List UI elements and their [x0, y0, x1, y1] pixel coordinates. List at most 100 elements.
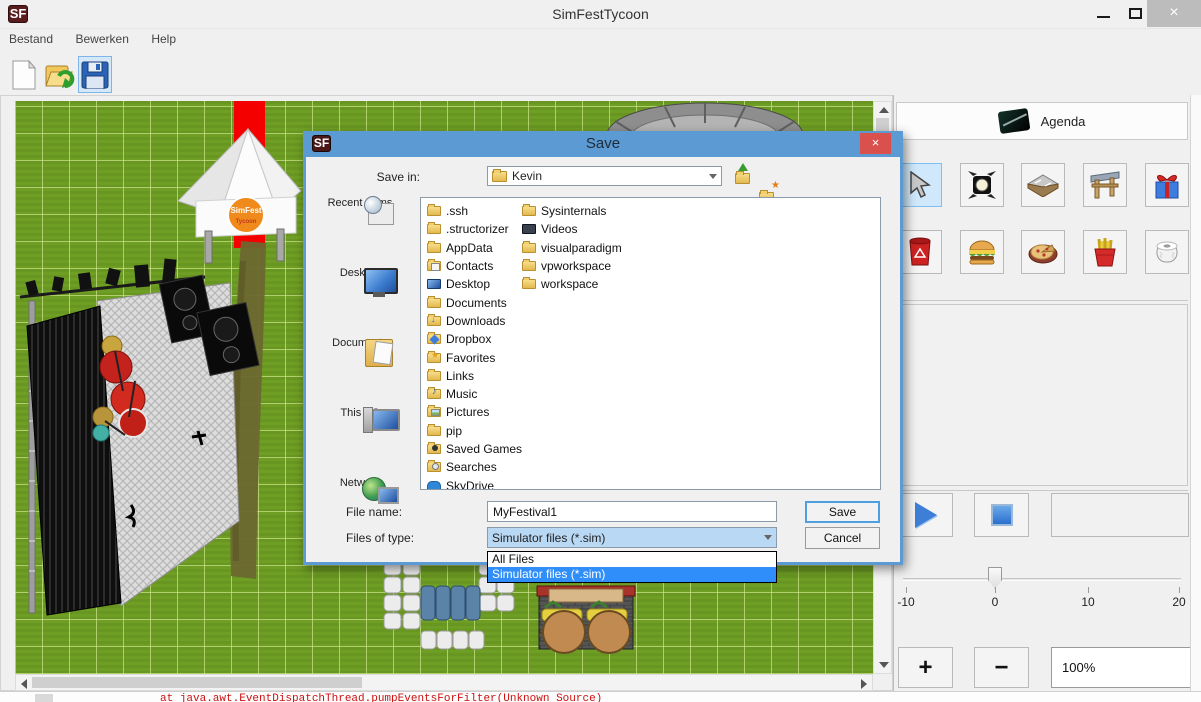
- menu-bestand[interactable]: Bestand: [0, 29, 62, 49]
- scroll-left-icon[interactable]: [21, 679, 27, 689]
- save-dialog-titlebar[interactable]: SF Save ×: [303, 131, 903, 157]
- menu-bewerken[interactable]: Bewerken: [67, 29, 138, 49]
- file-folder-icon: [427, 462, 441, 472]
- minimize-button[interactable]: [1090, 0, 1118, 27]
- files-of-type-combobox[interactable]: Simulator files (*.sim): [487, 527, 777, 548]
- file-list-item[interactable]: Searches: [427, 458, 522, 476]
- scroll-down-icon[interactable]: [879, 662, 889, 668]
- file-list-item[interactable]: Dropbox: [427, 330, 522, 348]
- horizontal-scrollbar[interactable]: [15, 674, 873, 691]
- file-list-item[interactable]: Sysinternals: [522, 202, 622, 220]
- tool-pizza-button[interactable]: [1021, 230, 1065, 274]
- stop-button[interactable]: [974, 493, 1029, 537]
- file-list-item[interactable]: .ssh: [427, 202, 522, 220]
- file-folder-icon: [427, 481, 441, 490]
- place-button[interactable]: Recent Items: [320, 195, 400, 209]
- tool-gate-button[interactable]: [1083, 163, 1127, 207]
- main-toolbar: [0, 50, 1201, 95]
- file-list-item[interactable]: Contacts: [427, 257, 522, 275]
- zoom-out-button[interactable]: −: [974, 647, 1029, 688]
- menu-help[interactable]: Help: [142, 29, 185, 49]
- files-of-type-label: Files of type:: [346, 531, 454, 545]
- file-list-item[interactable]: vpworkspace: [522, 257, 622, 275]
- file-list-item[interactable]: Music: [427, 385, 522, 403]
- file-name-input[interactable]: MyFestival1: [487, 501, 777, 522]
- tool-cursor-button[interactable]: [898, 163, 942, 207]
- file-list-item[interactable]: Documents: [427, 293, 522, 311]
- file-list[interactable]: .ssh .structorizer AppData: [420, 197, 881, 490]
- tick-label-minus10: -10: [897, 595, 914, 609]
- cancel-button[interactable]: Cancel: [805, 527, 880, 549]
- place-button[interactable]: Network: [320, 475, 400, 489]
- tick-mark: [906, 587, 907, 593]
- tool-trash-button[interactable]: [898, 230, 942, 274]
- file-folder-icon: [427, 371, 441, 381]
- file-list-item[interactable]: AppData: [427, 239, 522, 257]
- file-list-item[interactable]: .structorizer: [427, 220, 522, 238]
- new-file-icon: [11, 60, 37, 90]
- toilet-paper-icon: [1153, 238, 1181, 266]
- file-folder-icon: [427, 279, 441, 289]
- file-list-item[interactable]: Pictures: [427, 403, 522, 421]
- dropdown-option-sim-files[interactable]: Simulator files (*.sim): [488, 567, 776, 582]
- console-block: [35, 694, 53, 702]
- tool-road-button[interactable]: [1021, 163, 1065, 207]
- file-folder-icon: [427, 224, 441, 234]
- place-button[interactable]: This PC: [320, 405, 400, 419]
- file-list-item[interactable]: Links: [427, 367, 522, 385]
- tool-fries-button[interactable]: [1083, 230, 1127, 274]
- tool-spotlight-button[interactable]: [960, 163, 1004, 207]
- file-list-item[interactable]: Downloads: [427, 312, 522, 330]
- place-button[interactable]: Documents: [320, 335, 400, 349]
- agenda-button[interactable]: Agenda: [896, 102, 1188, 140]
- play-button[interactable]: [898, 493, 953, 537]
- tool-toilet-paper-button[interactable]: [1145, 230, 1189, 274]
- file-list-item[interactable]: Saved Games: [427, 440, 522, 458]
- file-name: Downloads: [446, 314, 505, 328]
- file-name: AppData: [446, 241, 493, 255]
- agenda-book-icon: [997, 108, 1030, 134]
- scroll-right-icon[interactable]: [861, 679, 867, 689]
- file-folder-icon: [427, 334, 441, 344]
- save-file-button[interactable]: [78, 56, 112, 93]
- file-name: Music: [446, 387, 477, 401]
- maximize-button[interactable]: [1122, 0, 1150, 27]
- file-list-item[interactable]: Videos: [522, 220, 622, 238]
- file-name: .ssh: [446, 204, 468, 218]
- pizza-icon: [1028, 239, 1058, 265]
- speed-slider-thumb[interactable]: [988, 567, 1002, 589]
- scroll-up-icon[interactable]: [879, 107, 889, 113]
- file-list-item[interactable]: visualparadigm: [522, 239, 622, 257]
- file-name: Searches: [446, 460, 497, 474]
- file-list-item[interactable]: pip: [427, 422, 522, 440]
- file-list-item[interactable]: SkyDrive: [427, 476, 522, 490]
- file-name: Documents: [446, 296, 507, 310]
- place-button[interactable]: Desktop: [320, 265, 400, 279]
- file-list-item[interactable]: Desktop: [427, 275, 522, 293]
- new-file-button[interactable]: [7, 56, 41, 93]
- folder-icon: [492, 171, 507, 182]
- file-list-item[interactable]: Favorites: [427, 348, 522, 366]
- panel-divider-2: [896, 490, 1188, 491]
- dropdown-option-all-files[interactable]: All Files: [488, 552, 776, 567]
- file-name-label: File name:: [346, 505, 454, 519]
- speed-slider-track[interactable]: [903, 578, 1181, 581]
- minimize-icon: [1097, 16, 1110, 18]
- save-button[interactable]: Save: [805, 501, 880, 523]
- console-output: at java.awt.EventDispatchThread.pumpEven…: [0, 691, 1201, 702]
- save-in-combobox[interactable]: Kevin: [487, 166, 722, 186]
- dialog-close-button[interactable]: ×: [860, 133, 891, 154]
- tool-gift-button[interactable]: [1145, 163, 1189, 207]
- svg-text:Tycoon: Tycoon: [236, 219, 257, 225]
- save-in-value: Kevin: [512, 169, 542, 183]
- horizontal-scroll-thumb[interactable]: [32, 677, 362, 688]
- file-list-item[interactable]: workspace: [522, 275, 622, 293]
- close-button[interactable]: ×: [1147, 0, 1201, 27]
- up-one-level-button[interactable]: [734, 167, 753, 186]
- zoom-in-button[interactable]: +: [898, 647, 953, 688]
- tool-burger-button[interactable]: [960, 230, 1004, 274]
- open-file-button[interactable]: [43, 56, 77, 93]
- file-name: .structorizer: [446, 222, 509, 236]
- fries-icon: [1092, 237, 1118, 267]
- zoom-level-field[interactable]: 100%: [1051, 647, 1193, 688]
